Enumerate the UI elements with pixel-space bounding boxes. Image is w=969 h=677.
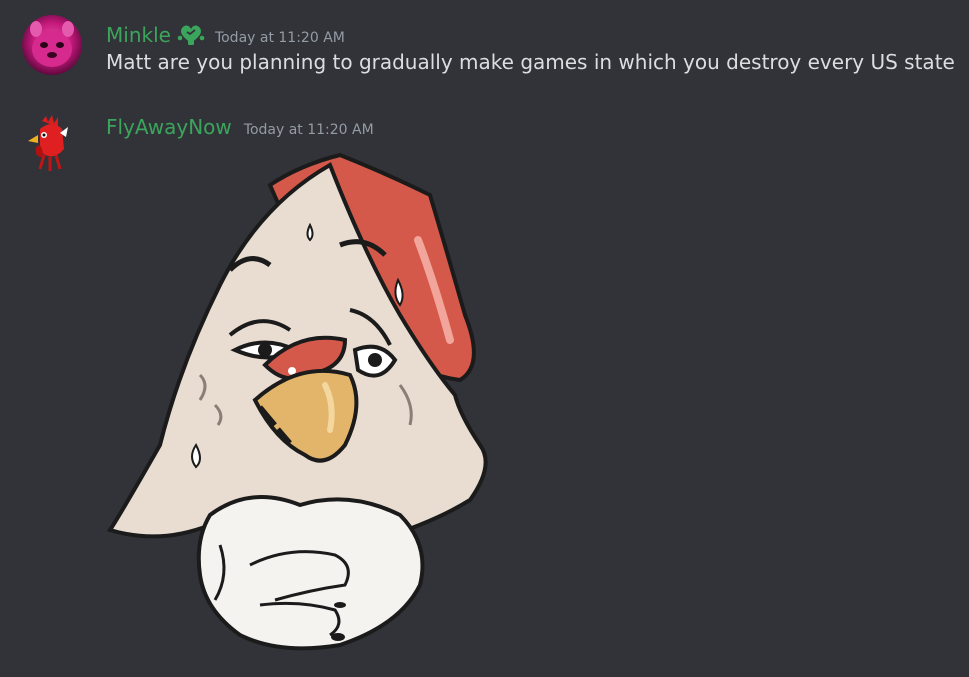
username[interactable]: FlyAwayNow xyxy=(106,115,232,139)
username[interactable]: Minkle xyxy=(106,23,171,47)
avatar[interactable] xyxy=(22,15,82,75)
timestamp: Today at 11:20 AM xyxy=(243,122,374,138)
nitro-boost-heart-icon[interactable] xyxy=(177,21,205,47)
chat-messages: Minkle Today at 11:20 AM Matt are you pl… xyxy=(0,0,969,677)
avatar[interactable] xyxy=(22,113,82,173)
message-text: Matt are you planning to gradually make … xyxy=(106,50,955,74)
timestamp: Today at 11:20 AM xyxy=(214,30,345,46)
chicken-sticker-image[interactable] xyxy=(100,145,500,674)
